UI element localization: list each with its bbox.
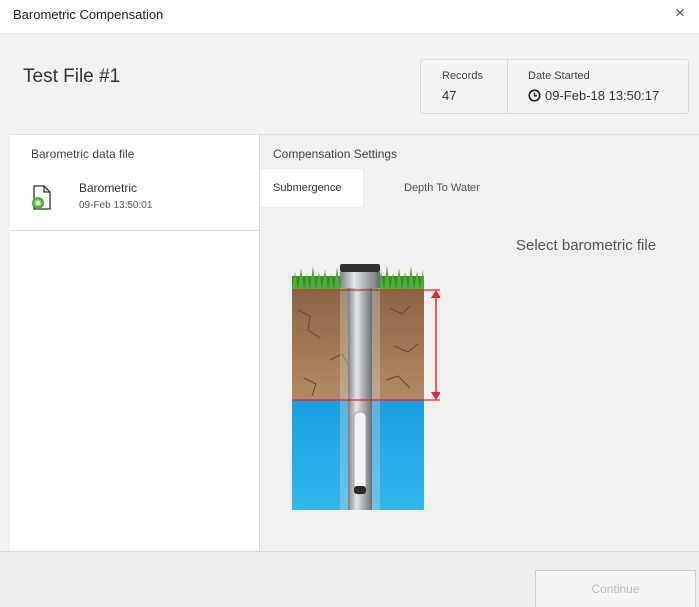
barometric-panel-heading: Barometric data file <box>31 147 135 161</box>
compensation-panel: Compensation Settings Submergence Depth … <box>260 135 699 552</box>
dialog-title: Barometric Compensation <box>13 7 164 22</box>
barometric-panel: Barometric data file Barometric 09-Feb 1… <box>10 135 260 552</box>
file-icon <box>32 185 51 210</box>
records-stat: Records 47 <box>421 60 508 113</box>
dialog-body: Test File #1 Records 47 Date Started 09-… <box>0 33 699 607</box>
submergence-illustration <box>292 264 440 510</box>
clock-icon <box>528 89 541 102</box>
select-file-message: Select barometric file <box>516 237 657 254</box>
barometric-file-name: Barometric <box>79 181 138 195</box>
tab-submergence[interactable]: Submergence <box>260 169 363 207</box>
compensation-heading: Compensation Settings <box>273 147 398 161</box>
file-stats: Records 47 Date Started 09-Feb-18 13:50:… <box>420 59 689 114</box>
dialog-footer: Continue <box>0 551 699 607</box>
records-label: Records <box>442 70 483 82</box>
main-panel: Barometric data file Barometric 09-Feb 1… <box>10 134 699 552</box>
barometric-file-date: 09-Feb 13:50:01 <box>79 200 153 211</box>
date-started-label: Date Started <box>528 70 590 82</box>
date-started-value-row: 09-Feb-18 13:50:17 <box>528 88 659 103</box>
file-title: Test File #1 <box>23 66 121 87</box>
tab-depth-to-water[interactable]: Depth To Water <box>404 169 480 207</box>
date-started-value: 09-Feb-18 13:50:17 <box>545 88 660 103</box>
date-started-stat: Date Started 09-Feb-18 13:50:17 <box>508 60 688 113</box>
records-value: 47 <box>442 88 457 103</box>
barometric-file-item[interactable]: Barometric 09-Feb 13:50:01 <box>10 169 259 231</box>
close-icon[interactable]: × <box>671 4 689 22</box>
continue-button[interactable]: Continue <box>535 570 696 607</box>
dialog-titlebar: Barometric Compensation × <box>0 0 699 33</box>
